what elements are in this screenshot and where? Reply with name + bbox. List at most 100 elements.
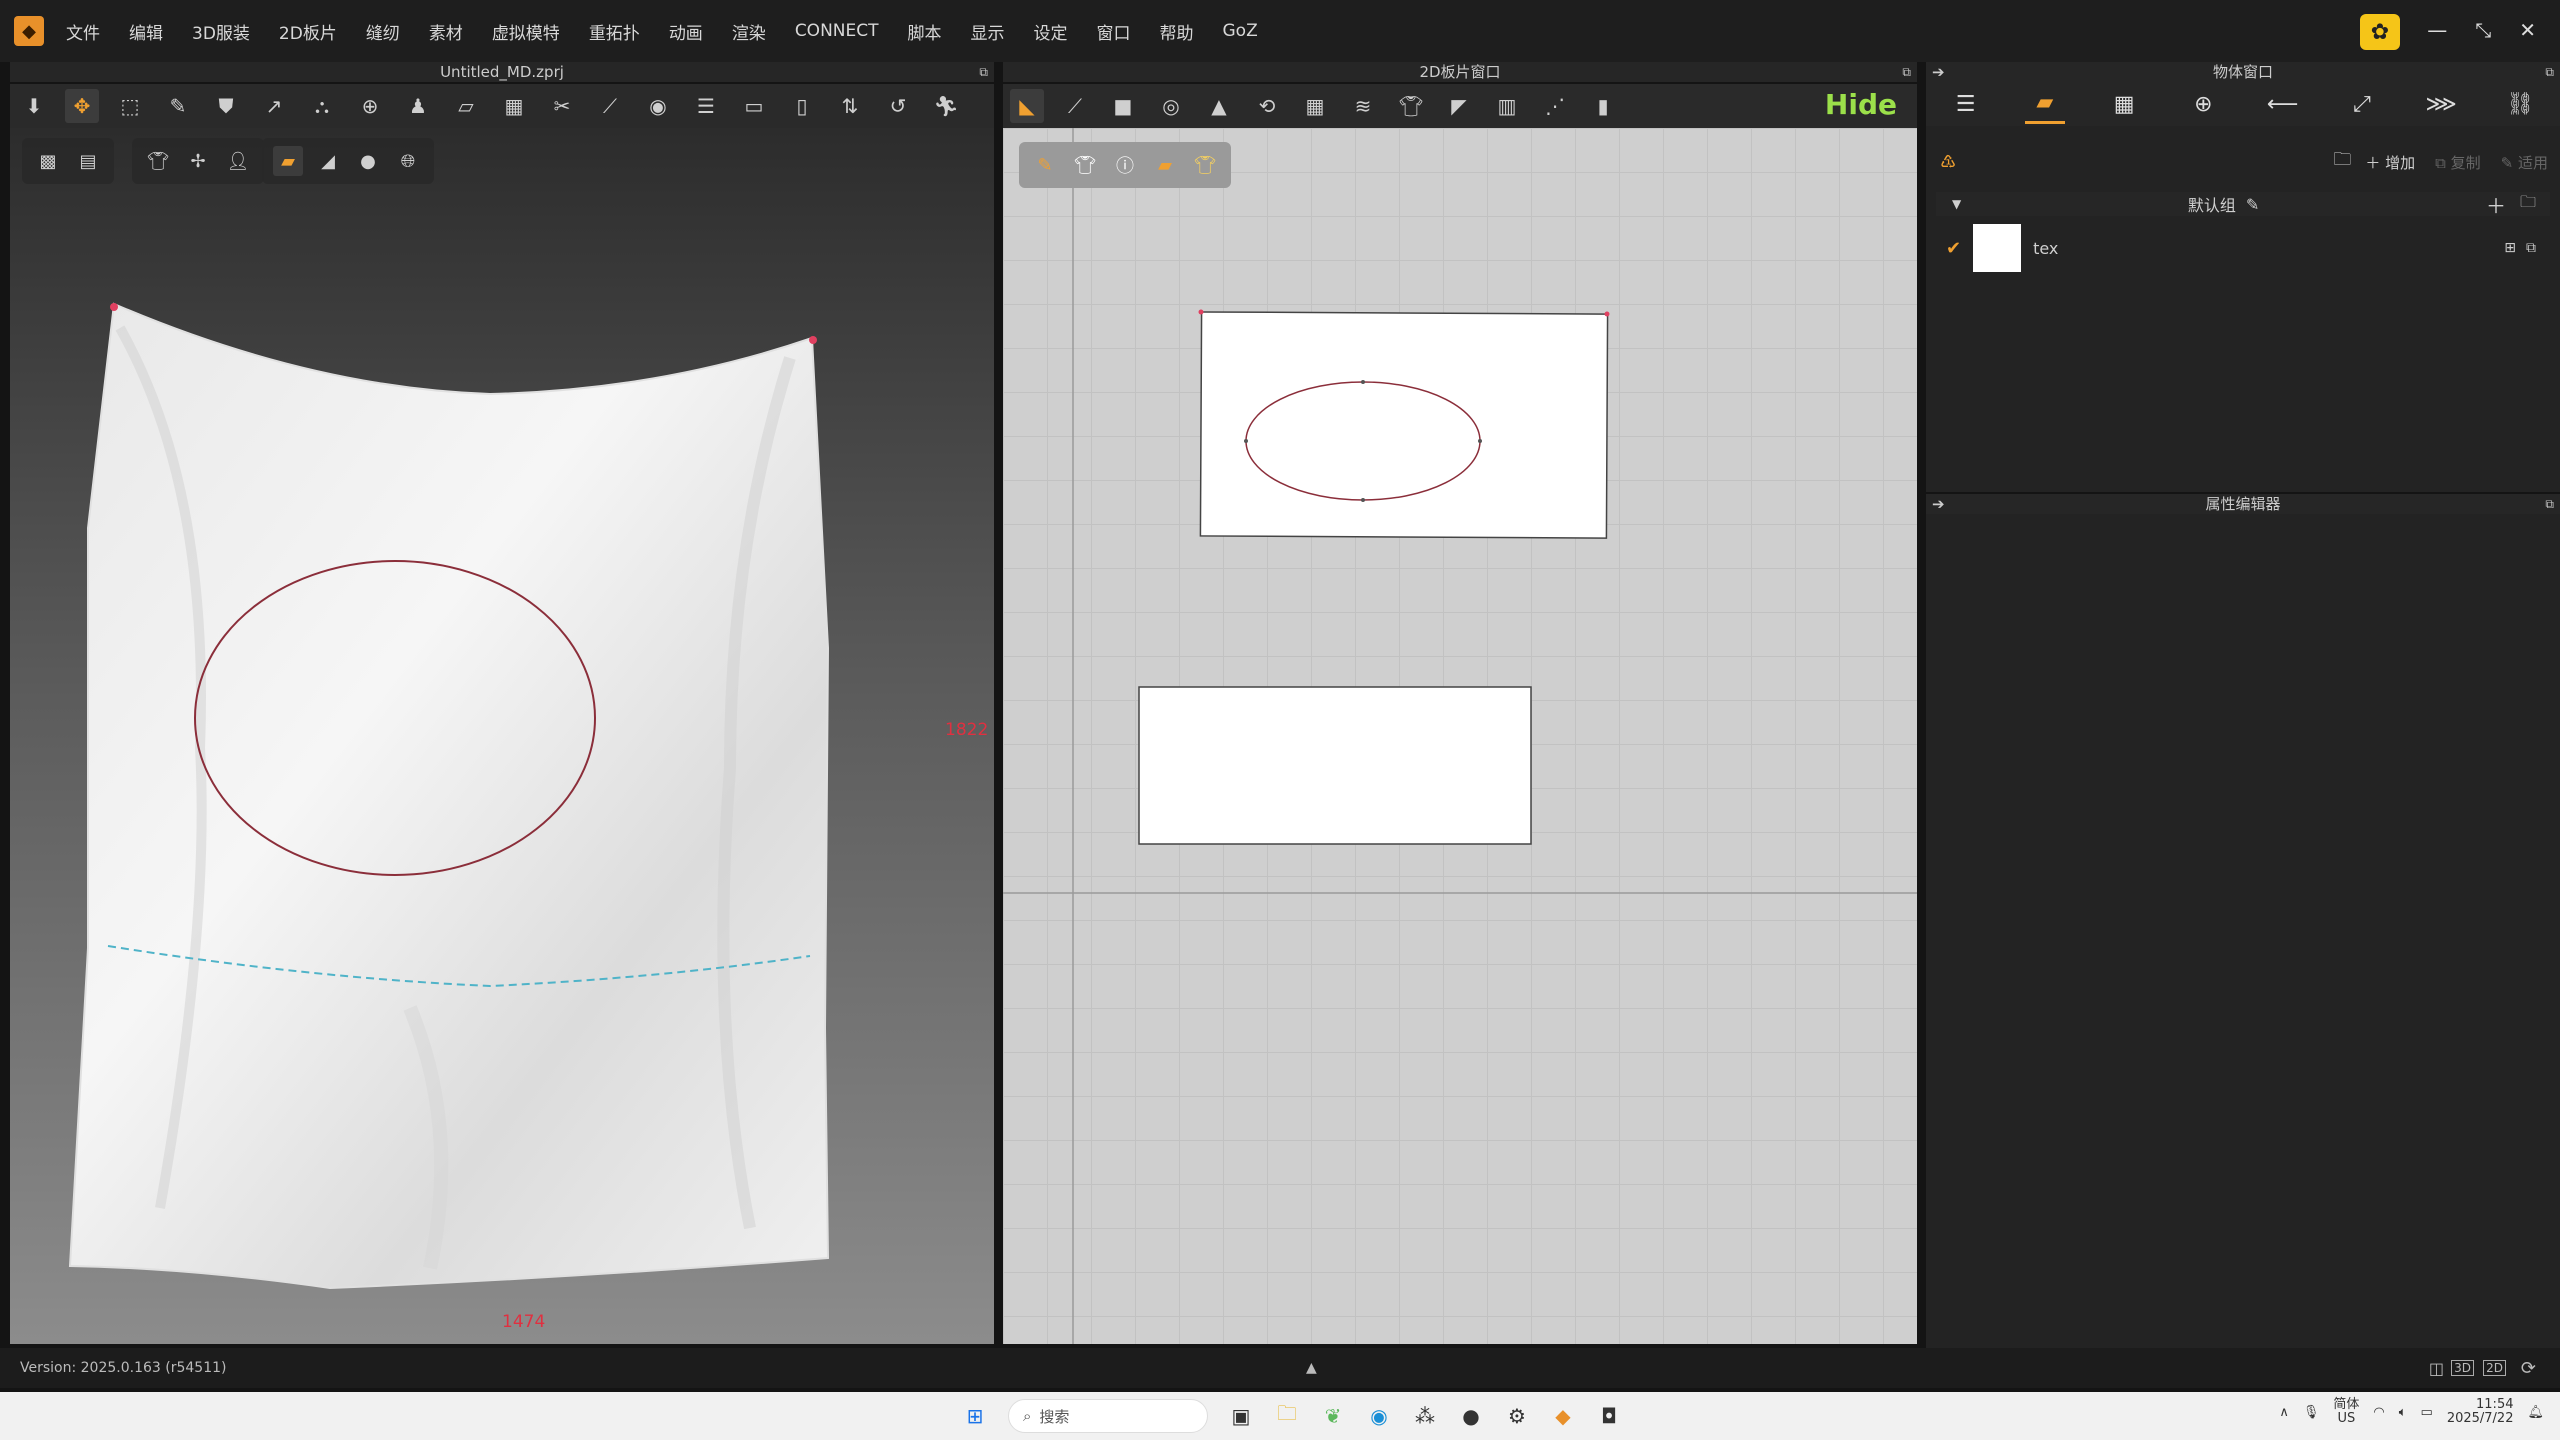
rectangle-tool-icon[interactable]: ■ xyxy=(1106,89,1140,123)
app-grid-icon[interactable]: ⁂ xyxy=(1408,1399,1442,1433)
collapse-arrow-icon[interactable]: ➔ xyxy=(1932,62,1945,82)
wifi-icon[interactable]: ◠ xyxy=(2373,1405,2384,1420)
expand-up-icon[interactable]: ▲ xyxy=(1306,1360,1317,1376)
microphone-icon[interactable]: 🎙︎ xyxy=(2303,1405,2320,1420)
menu-goz[interactable]: GoZ xyxy=(1223,21,1258,41)
add-button[interactable]: ＋ 增加 xyxy=(2365,152,2415,173)
apply-button[interactable]: ✎ 适用 xyxy=(2501,152,2548,173)
copy-button[interactable]: ⧉ 复制 xyxy=(2435,152,2481,173)
menu-help[interactable]: 帮助 xyxy=(1160,19,1194,44)
float-panel-icon[interactable]: ⧉ xyxy=(1902,62,1911,82)
curve-icon[interactable]: ↺ xyxy=(881,89,915,123)
marvelous-designer-icon[interactable]: ◆ xyxy=(1546,1399,1580,1433)
tab-button-icon[interactable]: ⊕ xyxy=(2183,84,2223,124)
notification-bell-icon[interactable]: 🔔︎ xyxy=(2527,1405,2544,1420)
checkmark-icon[interactable]: ✔ xyxy=(1946,238,1961,259)
menu-3d-garment[interactable]: 3D服装 xyxy=(192,19,250,44)
garment-tool-icon[interactable]: ⛊ xyxy=(209,89,243,123)
edge-icon[interactable]: ▯ xyxy=(785,89,819,123)
menu-file[interactable]: 文件 xyxy=(66,19,100,44)
garment-2d-icon[interactable]: 👕︎ xyxy=(1394,89,1428,123)
internal-shape-icon[interactable]: ▲ xyxy=(1202,89,1236,123)
layer-icon[interactable]: ≋ xyxy=(1346,89,1380,123)
float-panel-icon[interactable]: ⧉ xyxy=(979,62,988,82)
app-record-icon[interactable]: ● xyxy=(1454,1399,1488,1433)
menu-script[interactable]: 脚本 xyxy=(908,19,942,44)
circle-tool-icon[interactable]: ◎ xyxy=(1154,89,1188,123)
arrange-icon[interactable]: ⇅ xyxy=(833,89,867,123)
menu-avatar[interactable]: 虚拟模特 xyxy=(492,19,560,44)
brush-icon[interactable]: ✎ xyxy=(161,89,195,123)
steam-icon[interactable]: ⚙ xyxy=(1500,1399,1534,1433)
tab-topstitch-icon[interactable]: ⤢ xyxy=(2342,84,2382,124)
search-box[interactable]: ⌕ 搜索 xyxy=(1008,1399,1208,1433)
grid-tool-icon[interactable]: ▦ xyxy=(497,89,531,123)
tab-zipper-icon[interactable]: ⟵ xyxy=(2263,84,2303,124)
default-group-row[interactable]: ▼ 默认组 ✎ ＋ 🗀︎ xyxy=(1936,191,2550,218)
menu-connect[interactable]: CONNECT xyxy=(795,21,879,41)
file-explorer-icon[interactable]: 🗀︎ xyxy=(1270,1399,1304,1433)
tab-avatar-icon[interactable]: ⛓ xyxy=(2500,84,2540,124)
app-leaf-icon[interactable]: ❦ xyxy=(1316,1399,1350,1433)
edit-point-icon[interactable]: ⟋ xyxy=(1058,89,1092,123)
button-tool-icon[interactable]: ◉ xyxy=(641,89,675,123)
transform-pattern-icon[interactable]: ◣ xyxy=(1010,89,1044,123)
menu-sewing[interactable]: 缝纫 xyxy=(366,19,400,44)
plugin-badge-icon[interactable]: ✿ xyxy=(2360,14,2400,50)
epic-games-icon[interactable]: ◘ xyxy=(1592,1399,1626,1433)
tab-scene-list-icon[interactable]: ☰ xyxy=(1946,84,1986,124)
fold-arrange-icon[interactable]: ⟲ xyxy=(1250,89,1284,123)
tack-icon[interactable]: ⊕ xyxy=(353,89,387,123)
gradient-icon[interactable]: ◤ xyxy=(1442,89,1476,123)
ime-indicator[interactable]: 简体 US xyxy=(2333,1398,2359,1426)
viewport-2d[interactable]: ✎ 👕︎ ⓘ ▰ 👕︎ xyxy=(1003,128,1917,1344)
rename-pencil-icon[interactable]: ✎ xyxy=(2246,195,2259,214)
tray-expand-icon[interactable]: ∧ xyxy=(2279,1405,2289,1420)
move-tool-icon[interactable]: ✥ xyxy=(65,89,99,123)
box-select-icon[interactable]: ⬚ xyxy=(113,89,147,123)
tab-fabric-icon[interactable]: ▰ xyxy=(2024,84,2065,124)
pin-icon[interactable]: ↗ xyxy=(257,89,291,123)
fold-icon[interactable]: ⛬ xyxy=(305,89,339,123)
menu-retopology[interactable]: 重拓扑 xyxy=(589,19,640,44)
menu-animation[interactable]: 动画 xyxy=(669,19,703,44)
zipper-icon[interactable]: ☰ xyxy=(689,89,723,123)
import-folder-icon[interactable]: 🗀︎ xyxy=(2333,147,2351,177)
material-swatch[interactable] xyxy=(1973,224,2022,272)
windows-start-icon[interactable]: ⊞ xyxy=(958,1399,992,1433)
menu-edit[interactable]: 编辑 xyxy=(129,19,163,44)
menu-window[interactable]: 窗口 xyxy=(1097,19,1131,44)
pleat-icon[interactable]: ▥ xyxy=(1490,89,1524,123)
material-duplicate-icon[interactable]: ⧉ xyxy=(2526,240,2536,256)
tab-texture-icon[interactable]: ▦ xyxy=(2104,84,2144,124)
restore-button[interactable]: ⤡ xyxy=(2475,18,2491,42)
ruler-icon[interactable]: ▮ xyxy=(1586,89,1620,123)
folder-icon[interactable]: 🗀︎ xyxy=(2520,191,2536,218)
hide-toggle[interactable]: Hide xyxy=(1825,88,1897,121)
float-panel-icon[interactable]: ⧉ xyxy=(2545,494,2554,514)
layout-split-icon[interactable]: ◫ xyxy=(2429,1359,2444,1378)
float-panel-icon[interactable]: ⧉ xyxy=(2545,62,2554,82)
select-mesh-icon[interactable]: ⬇ xyxy=(17,89,51,123)
expand-arrow-icon[interactable]: ▼ xyxy=(1952,197,1961,211)
task-view-icon[interactable]: ▣ xyxy=(1224,1399,1258,1433)
strengthen-icon[interactable]: ⟋ xyxy=(593,89,627,123)
avatar-fit-icon[interactable]: ♟ xyxy=(401,89,435,123)
menu-display[interactable]: 显示 xyxy=(971,19,1005,44)
menu-render[interactable]: 渲染 xyxy=(732,19,766,44)
battery-icon[interactable]: ▭ xyxy=(2421,1405,2433,1420)
view-2d-icon[interactable]: 2D xyxy=(2483,1360,2506,1376)
volume-icon[interactable]: 🔈︎ xyxy=(2399,1405,2407,1420)
collapse-arrow-icon[interactable]: ➔ xyxy=(1932,494,1945,514)
measure-icon[interactable]: ▭ xyxy=(737,89,771,123)
grid-pattern-icon[interactable]: ▦ xyxy=(1298,89,1332,123)
cut-icon[interactable]: ✂ xyxy=(545,89,579,123)
minimize-button[interactable]: — xyxy=(2427,18,2447,42)
pose-icon[interactable]: 🏃︎ xyxy=(929,89,963,123)
flatten-icon[interactable]: ▱ xyxy=(449,89,483,123)
viewport-3d[interactable]: ▩ ▤ 👕︎ ✢ 👤︎ ▰ ◢ ● 🌐︎ 1822 1474 xyxy=(10,128,994,1344)
menu-2d-pattern[interactable]: 2D板片 xyxy=(279,19,337,44)
fabric-status-icon[interactable]: ♳ xyxy=(1940,152,1956,173)
menu-settings[interactable]: 设定 xyxy=(1034,19,1068,44)
clock[interactable]: 11:54 2025/7/22 xyxy=(2447,1398,2514,1426)
